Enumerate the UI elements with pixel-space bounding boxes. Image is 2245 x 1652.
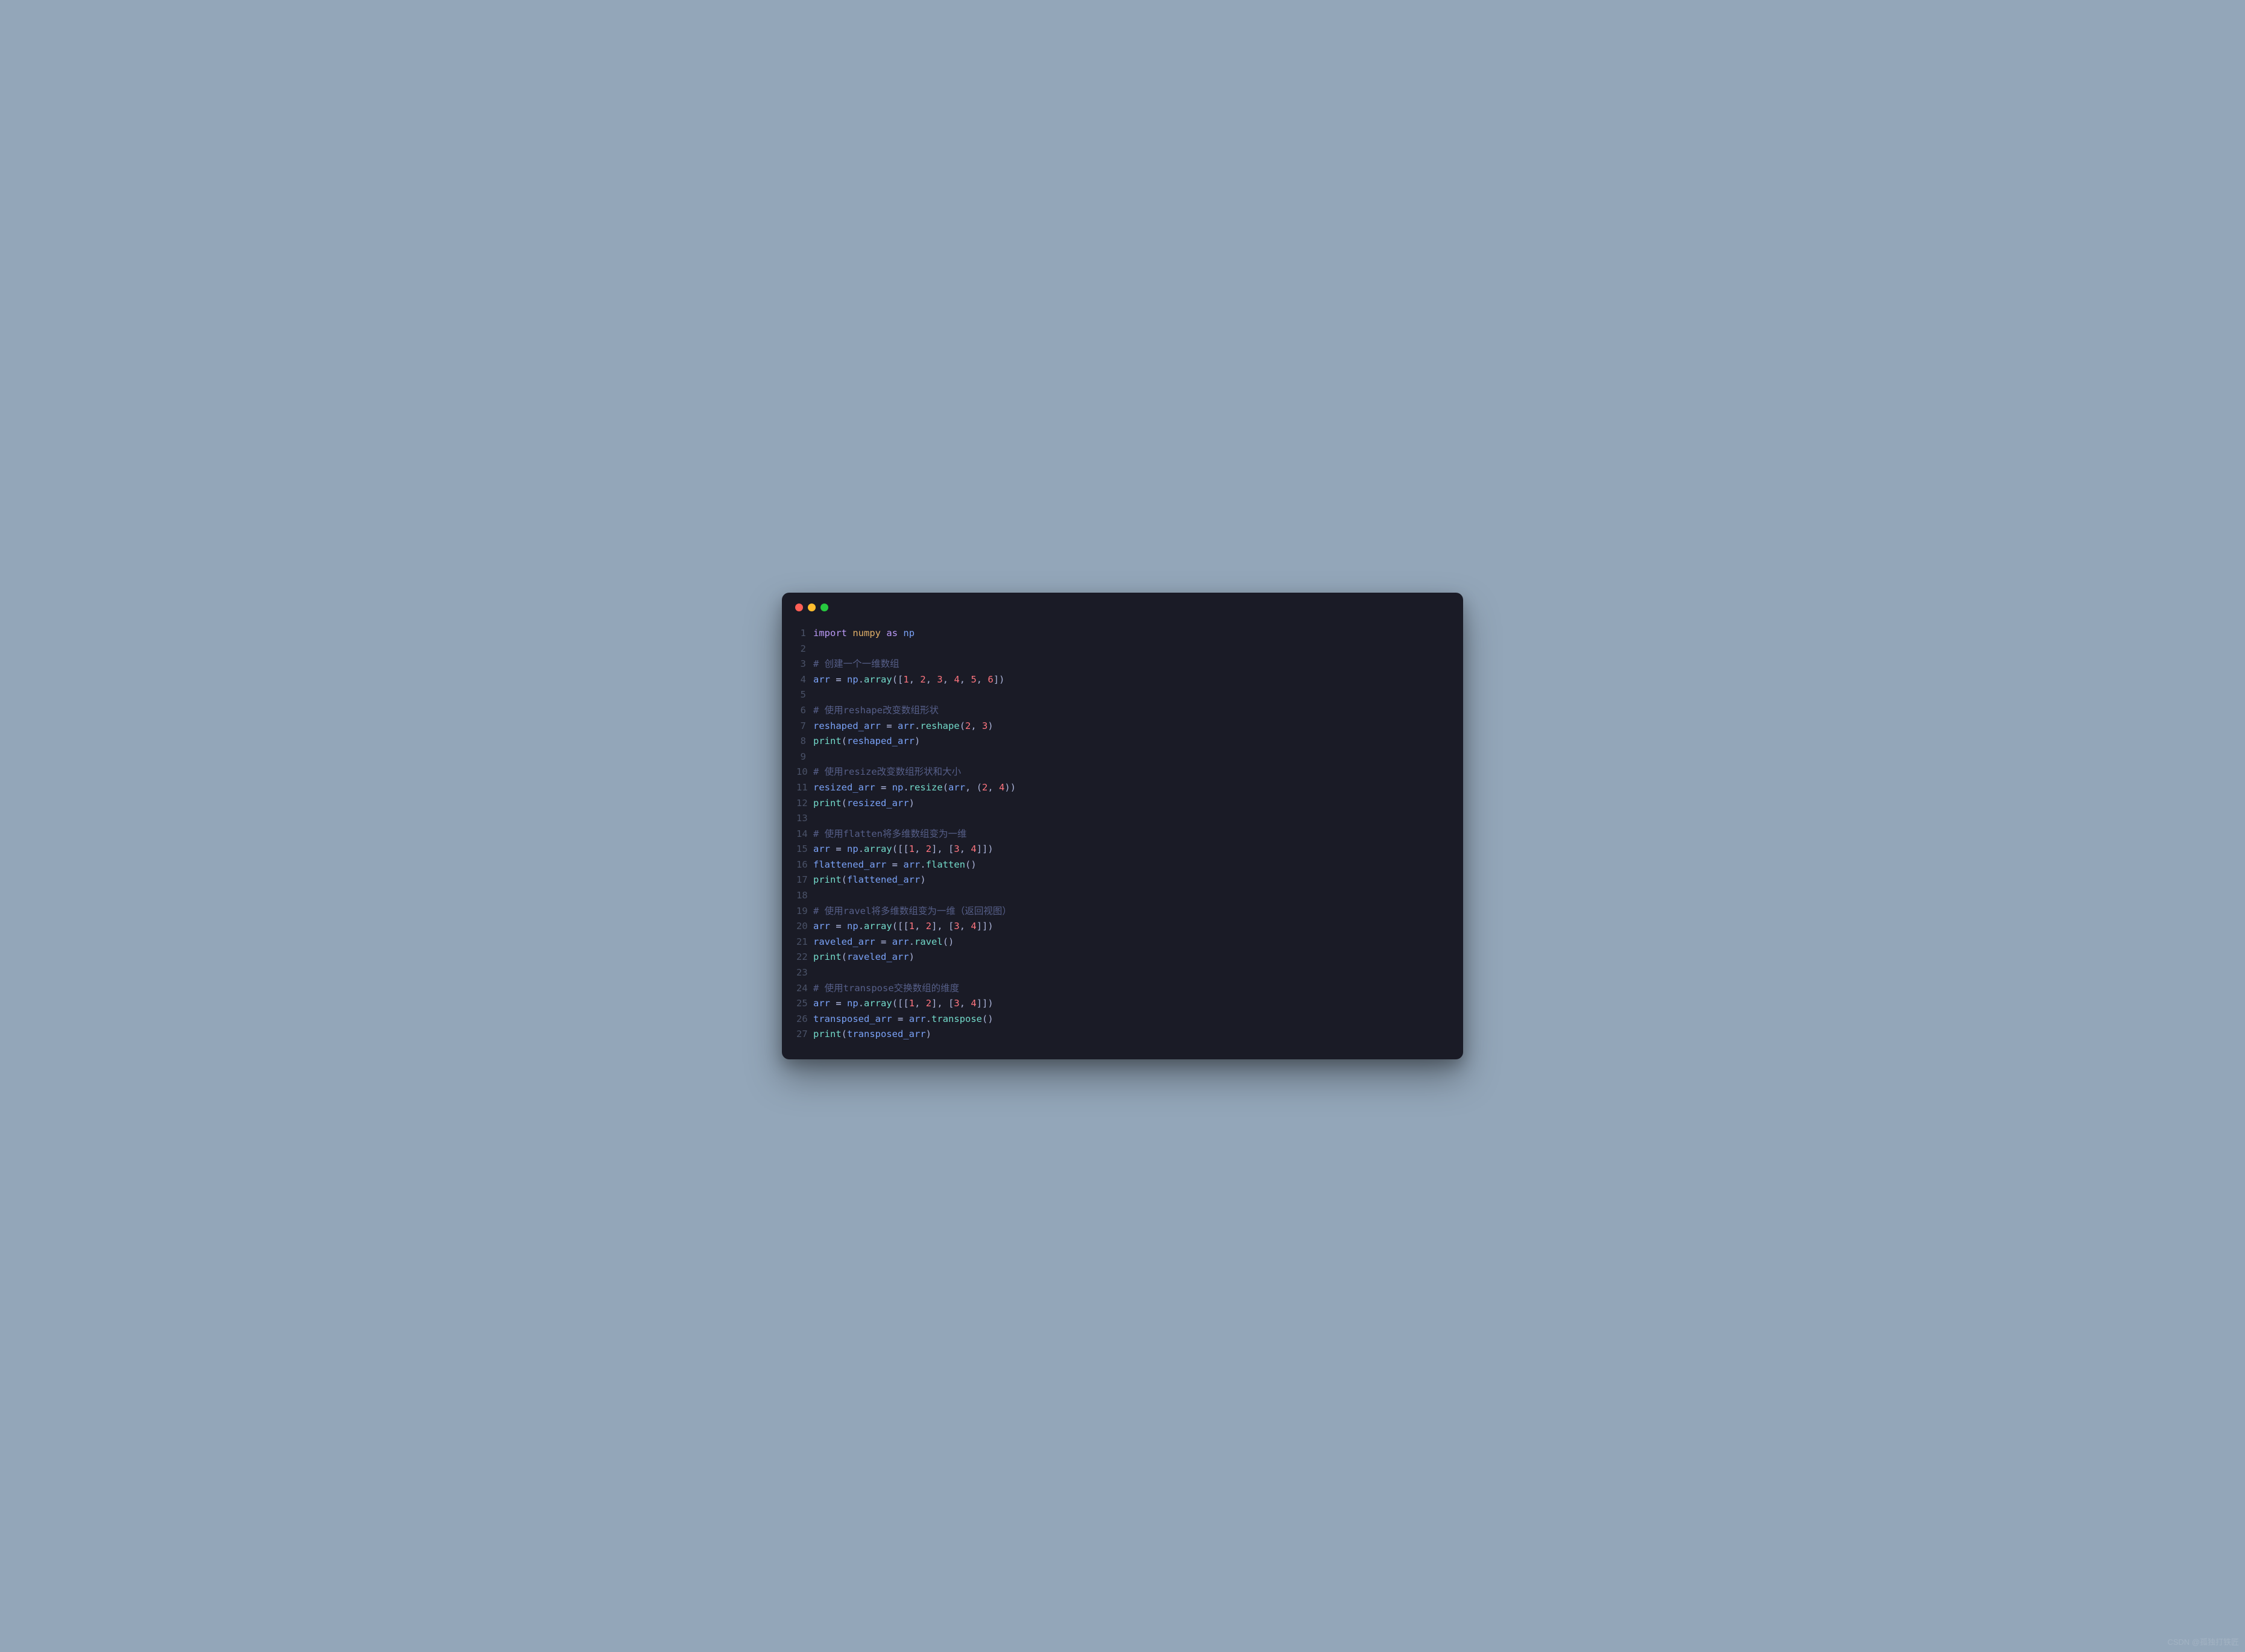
code-line: 27print(transposed_arr) xyxy=(796,1027,1450,1042)
line-number: 6 xyxy=(796,703,813,719)
code-content: print(reshaped_arr) xyxy=(813,734,1450,749)
code-line: 26transposed_arr = arr.transpose() xyxy=(796,1012,1450,1027)
code-line: 12print(resized_arr) xyxy=(796,796,1450,812)
line-number: 22 xyxy=(796,950,813,965)
code-content: print(transposed_arr) xyxy=(813,1027,1450,1042)
line-number: 11 xyxy=(796,780,813,796)
line-number: 18 xyxy=(796,888,813,904)
code-line: 16flattened_arr = arr.flatten() xyxy=(796,857,1450,873)
line-number: 13 xyxy=(796,811,813,827)
close-icon[interactable] xyxy=(795,604,803,611)
line-number: 12 xyxy=(796,796,813,812)
code-content xyxy=(813,965,1450,981)
code-line: 13 xyxy=(796,811,1450,827)
code-content: # 使用resize改变数组形状和大小 xyxy=(813,765,1450,780)
code-content: # 使用ravel将多维数组变为一维（返回视图） xyxy=(813,904,1450,919)
line-number: 25 xyxy=(796,996,813,1012)
line-number: 1 xyxy=(796,626,813,642)
code-content: print(resized_arr) xyxy=(813,796,1450,812)
code-line: 4arr = np.array([1, 2, 3, 4, 5, 6]) xyxy=(796,672,1450,688)
code-line: 5 xyxy=(796,687,1450,703)
code-line: 8print(reshaped_arr) xyxy=(796,734,1450,749)
minimize-icon[interactable] xyxy=(808,604,816,611)
code-content: # 使用reshape改变数组形状 xyxy=(813,703,1450,719)
line-number: 4 xyxy=(796,672,813,688)
line-number: 3 xyxy=(796,657,813,672)
line-number: 2 xyxy=(796,642,813,657)
code-line: 10# 使用resize改变数组形状和大小 xyxy=(796,765,1450,780)
code-line: 6# 使用reshape改变数组形状 xyxy=(796,703,1450,719)
line-number: 21 xyxy=(796,935,813,950)
code-content: reshaped_arr = arr.reshape(2, 3) xyxy=(813,719,1450,734)
line-number: 26 xyxy=(796,1012,813,1027)
line-number: 5 xyxy=(796,687,813,703)
code-content: arr = np.array([1, 2, 3, 4, 5, 6]) xyxy=(813,672,1450,688)
line-number: 17 xyxy=(796,872,813,888)
code-line: 21raveled_arr = arr.ravel() xyxy=(796,935,1450,950)
code-line: 9 xyxy=(796,749,1450,765)
code-content: import numpy as np xyxy=(813,626,1450,642)
code-line: 14# 使用flatten将多维数组变为一维 xyxy=(796,827,1450,842)
code-content: raveled_arr = arr.ravel() xyxy=(813,935,1450,950)
code-content xyxy=(813,749,1450,765)
code-content: # 创建一个一维数组 xyxy=(813,657,1450,672)
code-content: resized_arr = np.resize(arr, (2, 4)) xyxy=(813,780,1450,796)
code-content: print(flattened_arr) xyxy=(813,872,1450,888)
code-content: # 使用flatten将多维数组变为一维 xyxy=(813,827,1450,842)
code-content: # 使用transpose交换数组的维度 xyxy=(813,981,1450,997)
line-number: 23 xyxy=(796,965,813,981)
window-titlebar xyxy=(782,593,1463,617)
code-content: arr = np.array([[1, 2], [3, 4]]) xyxy=(813,919,1450,935)
code-content xyxy=(813,888,1450,904)
code-line: 1import numpy as np xyxy=(796,626,1450,642)
line-number: 10 xyxy=(796,765,813,780)
code-line: 25arr = np.array([[1, 2], [3, 4]]) xyxy=(796,996,1450,1012)
code-line: 24# 使用transpose交换数组的维度 xyxy=(796,981,1450,997)
code-content: flattened_arr = arr.flatten() xyxy=(813,857,1450,873)
code-window: 1import numpy as np23# 创建一个一维数组4arr = np… xyxy=(782,593,1463,1059)
code-line: 20arr = np.array([[1, 2], [3, 4]]) xyxy=(796,919,1450,935)
watermark: CSDN @孤独打铁匠 xyxy=(2167,1636,2239,1647)
line-number: 20 xyxy=(796,919,813,935)
code-content: arr = np.array([[1, 2], [3, 4]]) xyxy=(813,996,1450,1012)
maximize-icon[interactable] xyxy=(820,604,828,611)
code-content: transposed_arr = arr.transpose() xyxy=(813,1012,1450,1027)
code-line: 19# 使用ravel将多维数组变为一维（返回视图） xyxy=(796,904,1450,919)
code-line: 22print(raveled_arr) xyxy=(796,950,1450,965)
line-number: 24 xyxy=(796,981,813,997)
code-line: 15arr = np.array([[1, 2], [3, 4]]) xyxy=(796,842,1450,857)
line-number: 7 xyxy=(796,719,813,734)
code-content xyxy=(813,687,1450,703)
code-content: arr = np.array([[1, 2], [3, 4]]) xyxy=(813,842,1450,857)
line-number: 9 xyxy=(796,749,813,765)
line-number: 16 xyxy=(796,857,813,873)
code-line: 3# 创建一个一维数组 xyxy=(796,657,1450,672)
line-number: 8 xyxy=(796,734,813,749)
code-line: 11resized_arr = np.resize(arr, (2, 4)) xyxy=(796,780,1450,796)
line-number: 19 xyxy=(796,904,813,919)
line-number: 27 xyxy=(796,1027,813,1042)
code-content: print(raveled_arr) xyxy=(813,950,1450,965)
code-line: 7reshaped_arr = arr.reshape(2, 3) xyxy=(796,719,1450,734)
code-line: 18 xyxy=(796,888,1450,904)
line-number: 15 xyxy=(796,842,813,857)
code-line: 17print(flattened_arr) xyxy=(796,872,1450,888)
code-area: 1import numpy as np23# 创建一个一维数组4arr = np… xyxy=(782,617,1463,1059)
code-line: 2 xyxy=(796,642,1450,657)
line-number: 14 xyxy=(796,827,813,842)
code-content xyxy=(813,642,1450,657)
code-line: 23 xyxy=(796,965,1450,981)
code-content xyxy=(813,811,1450,827)
